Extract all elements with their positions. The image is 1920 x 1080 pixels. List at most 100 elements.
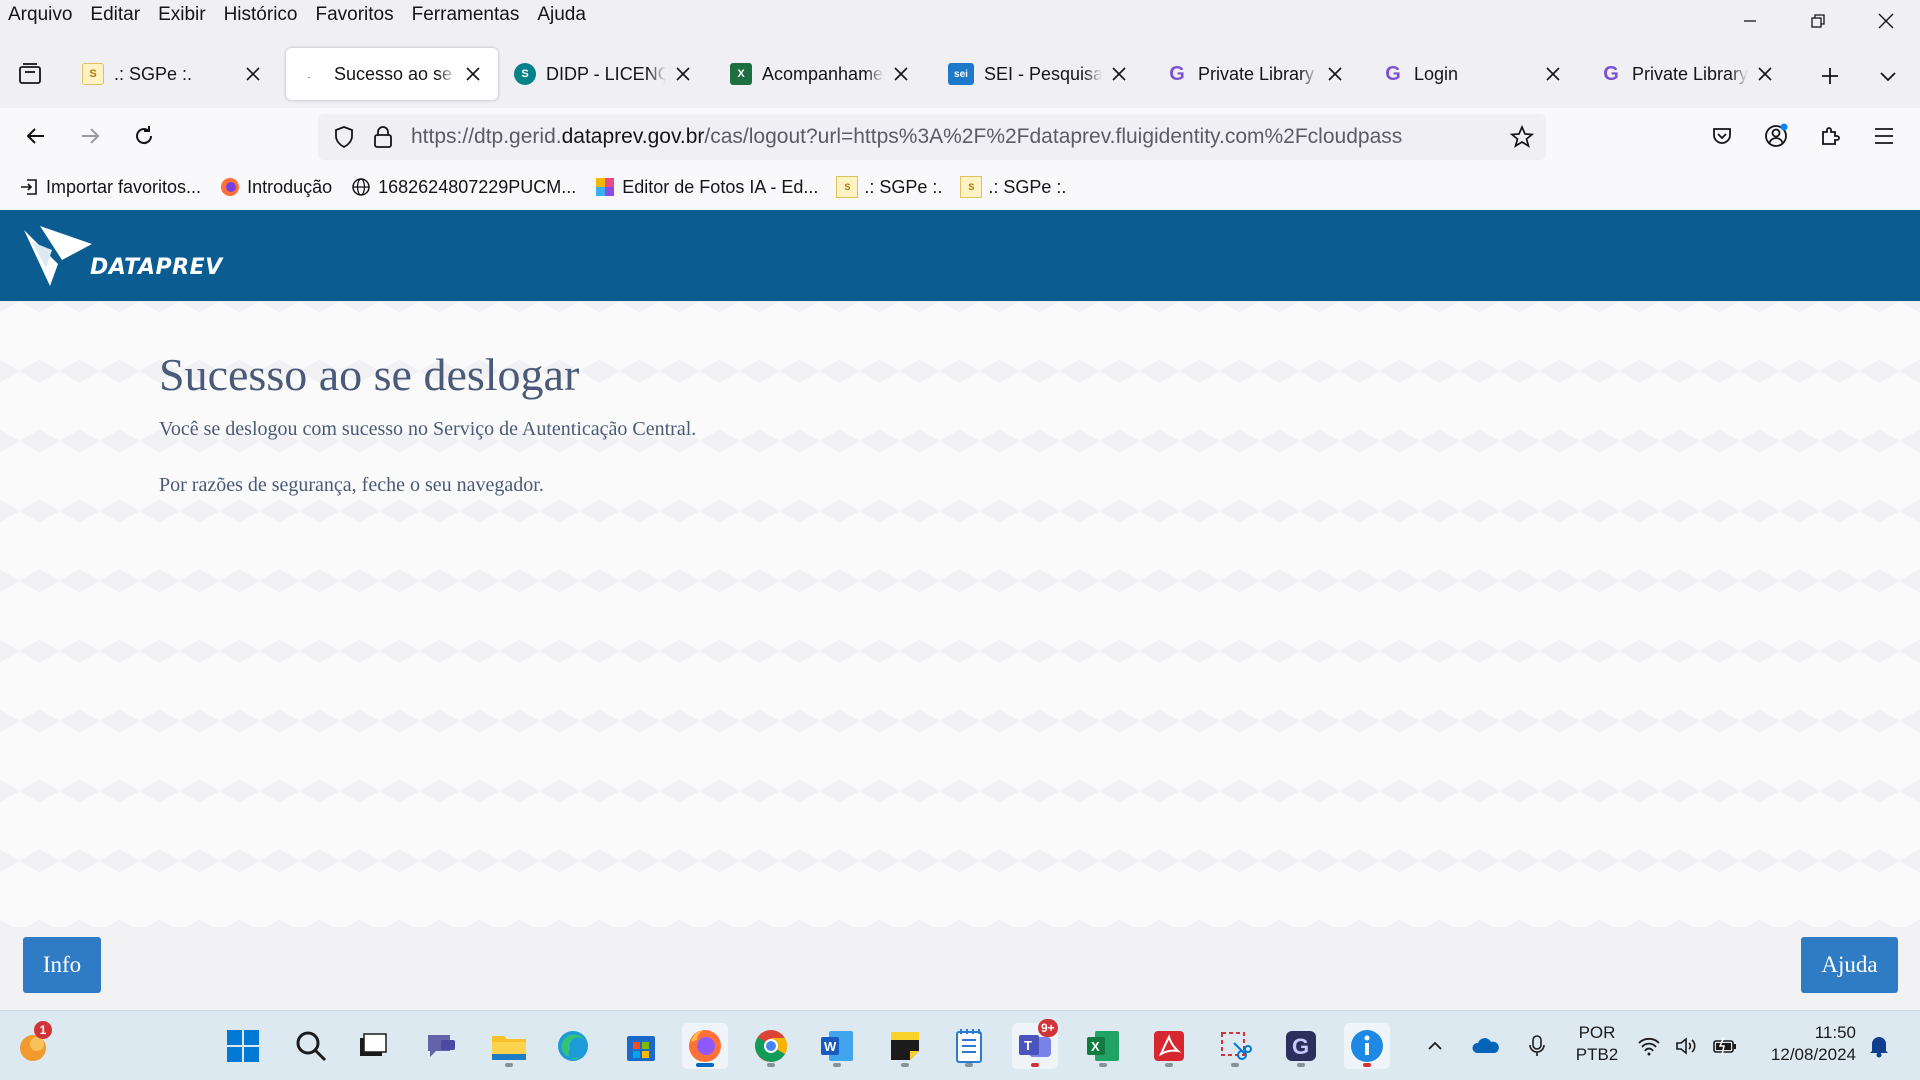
menu-arquivo[interactable]: Arquivo bbox=[0, 0, 81, 30]
running-indicator bbox=[1099, 1063, 1107, 1067]
word-icon: W bbox=[821, 1031, 853, 1061]
running-indicator bbox=[1031, 1063, 1039, 1067]
taskbar-teams[interactable]: T 9+ bbox=[1012, 1019, 1058, 1069]
start-button[interactable] bbox=[220, 1023, 266, 1069]
bookmark-sgpe-2[interactable]: S .: SGPe :. bbox=[960, 176, 1066, 198]
shield-icon[interactable] bbox=[332, 125, 356, 154]
minimize-button[interactable] bbox=[1716, 0, 1784, 42]
menu-ferramentas[interactable]: Ferramentas bbox=[403, 0, 529, 30]
taskbar-file-explorer[interactable] bbox=[486, 1023, 532, 1069]
windows-icon bbox=[227, 1030, 259, 1062]
extensions-button[interactable] bbox=[1810, 116, 1850, 156]
url-text[interactable]: https://dtp.gerid.dataprev.gov.br/cas/lo… bbox=[411, 125, 1471, 149]
taskbar: 1 W T 9+ X G POR PTB2 11:50 12/08/2024 bbox=[0, 1010, 1920, 1080]
taskbar-store[interactable] bbox=[618, 1023, 664, 1069]
back-button[interactable] bbox=[16, 116, 56, 156]
taskbar-edge[interactable] bbox=[550, 1023, 596, 1069]
taskbar-firefox[interactable] bbox=[682, 1023, 728, 1069]
tab-close-button[interactable] bbox=[462, 63, 484, 85]
account-button[interactable] bbox=[1756, 116, 1796, 156]
page-title: Sucesso ao se deslogar bbox=[159, 349, 580, 400]
task-view-icon bbox=[360, 1033, 387, 1056]
taskbar-info-app[interactable] bbox=[1344, 1023, 1390, 1069]
taskbar-acrobat[interactable] bbox=[1146, 1023, 1192, 1069]
tab-close-button[interactable] bbox=[1324, 63, 1346, 85]
running-indicator bbox=[833, 1063, 841, 1067]
tab-sgpe[interactable]: S .: SGPe :. bbox=[66, 48, 278, 100]
pocket-button[interactable] bbox=[1702, 116, 1742, 156]
taskbar-sticky-notes[interactable] bbox=[882, 1023, 928, 1069]
tab-title: Login bbox=[1414, 63, 1459, 84]
taskbar-notepad[interactable] bbox=[946, 1023, 992, 1069]
reload-button[interactable] bbox=[124, 116, 164, 156]
tab-private-library-2[interactable]: G Private Library | G bbox=[1584, 48, 1790, 100]
tab-close-button[interactable] bbox=[1754, 63, 1776, 85]
info-button[interactable]: Info bbox=[23, 937, 101, 993]
tab-close-button[interactable] bbox=[672, 63, 694, 85]
taskbar-snipping-tool[interactable] bbox=[1212, 1023, 1258, 1069]
chevron-up-icon bbox=[1428, 1041, 1442, 1050]
battery-tray[interactable] bbox=[1710, 1023, 1740, 1069]
sei-icon: sei bbox=[948, 63, 974, 85]
close-icon bbox=[1758, 67, 1772, 81]
search-button[interactable] bbox=[288, 1023, 334, 1069]
taskbar-word[interactable]: W bbox=[814, 1023, 860, 1069]
list-all-tabs-button[interactable] bbox=[1870, 58, 1906, 94]
tab-sei[interactable]: sei SEI - Pesquisa bbox=[932, 48, 1144, 100]
tab-close-button[interactable] bbox=[1542, 63, 1564, 85]
notifications-button[interactable] bbox=[1864, 1023, 1894, 1069]
clock[interactable]: 11:50 12/08/2024 bbox=[1756, 1022, 1856, 1066]
close-window-button[interactable] bbox=[1852, 0, 1920, 42]
bookmark-pucm[interactable]: 1682624807229PUCM... bbox=[350, 176, 576, 198]
onedrive-tray[interactable] bbox=[1468, 1023, 1502, 1069]
new-tab-button[interactable] bbox=[1812, 58, 1848, 94]
import-icon bbox=[18, 176, 40, 198]
wifi-tray[interactable] bbox=[1634, 1023, 1664, 1069]
tab-close-button[interactable] bbox=[890, 63, 912, 85]
weather-widget[interactable]: 1 bbox=[10, 1021, 56, 1069]
tab-close-button[interactable] bbox=[242, 63, 264, 85]
sgpe-icon: S bbox=[82, 63, 104, 85]
tab-didp[interactable]: S DIDP - LICENÇA bbox=[498, 48, 708, 100]
task-view-button[interactable] bbox=[350, 1023, 396, 1069]
bookmark-editor-fotos[interactable]: Editor de Fotos IA - Ed... bbox=[594, 176, 818, 198]
menu-exibir[interactable]: Exibir bbox=[149, 0, 215, 30]
restore-button[interactable] bbox=[1784, 0, 1852, 42]
forward-button[interactable] bbox=[70, 116, 110, 156]
tab-sucesso[interactable]: Sucesso ao se deslogar bbox=[286, 48, 498, 100]
menu-editar[interactable]: Editar bbox=[81, 0, 149, 30]
language-indicator[interactable]: POR PTB2 bbox=[1572, 1022, 1622, 1066]
taskbar-chat[interactable] bbox=[418, 1023, 464, 1069]
bookmark-import[interactable]: Importar favoritos... bbox=[18, 176, 201, 198]
bookmark-label: Importar favoritos... bbox=[46, 176, 202, 197]
tab-private-library-1[interactable]: G Private Library | G bbox=[1150, 48, 1360, 100]
info-icon bbox=[1351, 1030, 1383, 1062]
taskbar-chrome[interactable] bbox=[748, 1023, 794, 1069]
url-bar[interactable]: https://dtp.gerid.dataprev.gov.br/cas/lo… bbox=[318, 114, 1546, 160]
volume-icon bbox=[1676, 1037, 1696, 1055]
tab-login[interactable]: G Login bbox=[1366, 48, 1578, 100]
tab-close-button[interactable] bbox=[1108, 63, 1130, 85]
menu-historico[interactable]: Histórico bbox=[215, 0, 307, 30]
menu-button[interactable] bbox=[1864, 116, 1904, 156]
volume-tray[interactable] bbox=[1672, 1023, 1702, 1069]
tab-acompanhamento[interactable]: X Acompanhamento bbox=[714, 48, 926, 100]
bookmark-introducao[interactable]: Introdução bbox=[219, 176, 332, 198]
tab-title: Private Library | G bbox=[1632, 63, 1748, 84]
bookmark-sgpe-1[interactable]: S .: SGPe :. bbox=[836, 176, 942, 198]
show-hidden-icons-button[interactable] bbox=[1420, 1023, 1450, 1069]
close-icon bbox=[1546, 67, 1560, 81]
menu-ajuda[interactable]: Ajuda bbox=[528, 0, 595, 30]
tab-title: Private Library | G bbox=[1198, 63, 1318, 84]
page-footer bbox=[0, 927, 1920, 1020]
bookmark-star-icon[interactable] bbox=[1509, 124, 1535, 154]
close-icon bbox=[1328, 67, 1342, 81]
firefox-view-button[interactable] bbox=[0, 46, 60, 102]
help-button[interactable]: Ajuda bbox=[1801, 937, 1898, 993]
taskbar-excel[interactable]: X bbox=[1080, 1023, 1126, 1069]
lock-icon[interactable] bbox=[372, 125, 394, 154]
clock-date: 12/08/2024 bbox=[1770, 1045, 1856, 1064]
microphone-tray[interactable] bbox=[1522, 1023, 1552, 1069]
menu-favoritos[interactable]: Favoritos bbox=[306, 0, 402, 30]
taskbar-g-app[interactable]: G bbox=[1278, 1023, 1324, 1069]
